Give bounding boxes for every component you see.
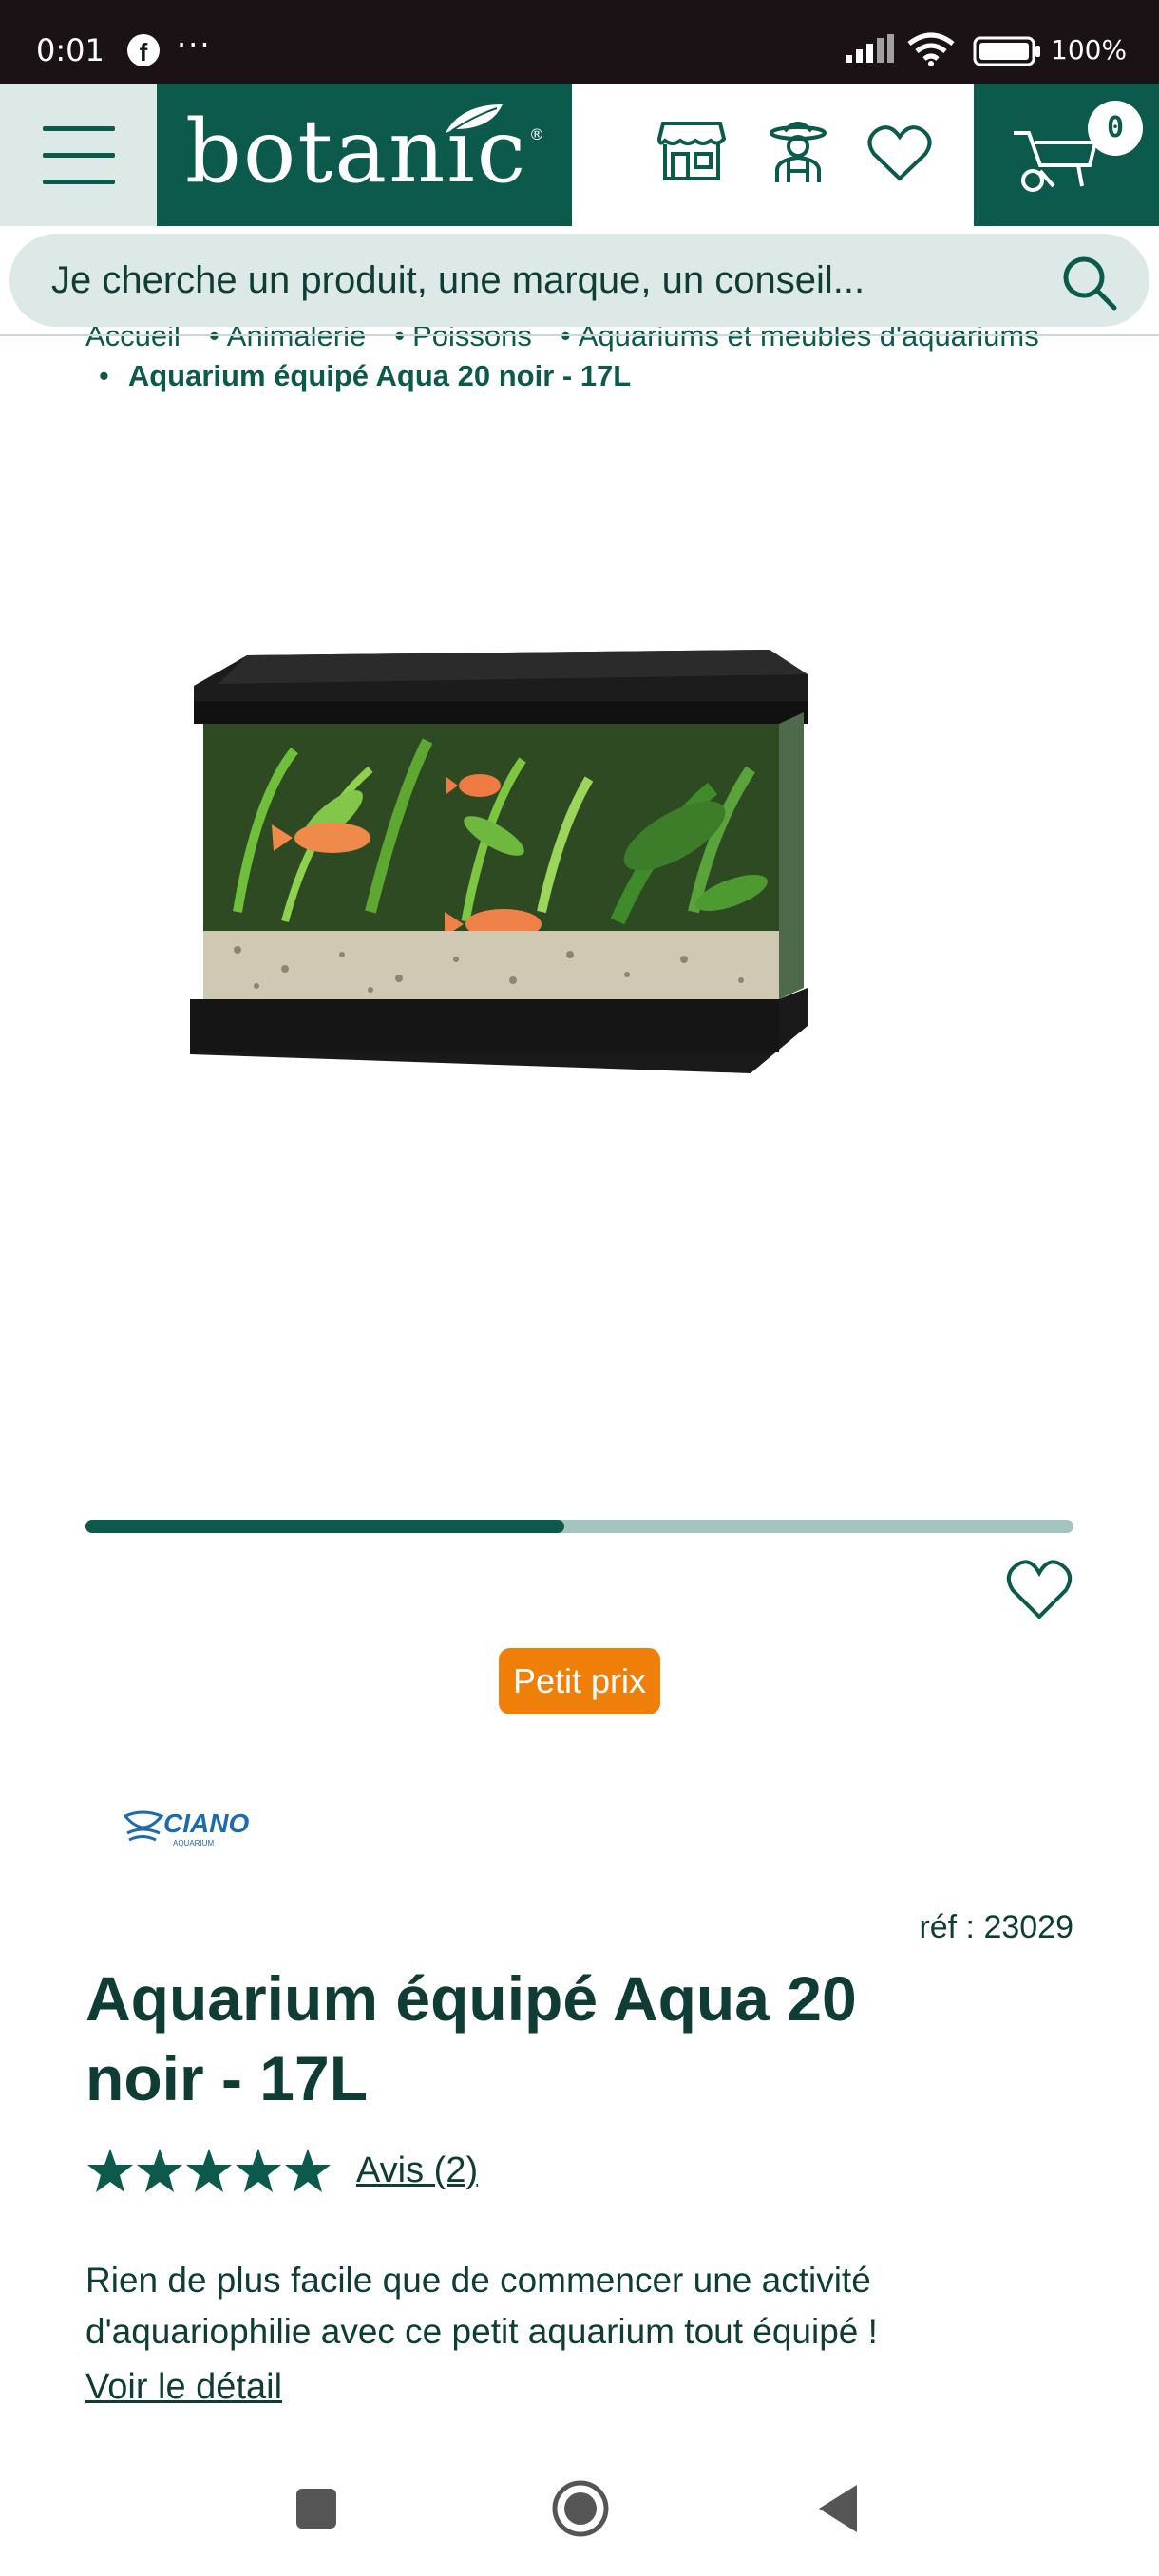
ciano-fish-icon — [124, 1810, 163, 1842]
back-icon[interactable] — [815, 2483, 861, 2534]
leaf-icon — [446, 104, 503, 133]
store-icon[interactable] — [657, 120, 726, 182]
reviews-link[interactable]: Avis (2) — [356, 2150, 478, 2191]
battery-icon — [973, 36, 1040, 66]
recent-apps-icon[interactable] — [294, 2487, 338, 2530]
brand-logo[interactable]: CIANO AQUARIUM — [124, 1805, 266, 1852]
signal-icon — [846, 34, 894, 63]
brand-name: CIANO — [163, 1809, 250, 1838]
status-time: 0:01 — [36, 32, 104, 68]
home-icon[interactable] — [551, 2479, 610, 2538]
add-to-wishlist-heart-icon[interactable] — [1005, 1558, 1074, 1620]
cart-count-badge: 0 — [1088, 101, 1143, 156]
menu-icon — [43, 126, 115, 131]
search-bar — [10, 234, 1150, 327]
breadcrumb-current: Aquarium équipé Aqua 20 noir - 17L — [127, 359, 632, 392]
battery-percent: 100% — [1051, 34, 1128, 66]
menu-icon-bar — [43, 153, 115, 158]
brand-subtitle: AQUARIUM — [173, 1839, 215, 1847]
breadcrumb-item[interactable]: Accueil — [86, 323, 180, 352]
rating-stars[interactable] — [86, 2147, 332, 2196]
menu-button[interactable] — [0, 84, 157, 226]
more-notifications-icon: ··· — [177, 27, 212, 63]
wheelbarrow-icon — [1014, 131, 1097, 192]
system-navigation-bar — [0, 2449, 1159, 2576]
search-input[interactable] — [51, 255, 1030, 306]
search-icon[interactable] — [1059, 253, 1118, 312]
gardener-icon[interactable] — [768, 120, 828, 184]
breadcrumb-item[interactable]: Poissons — [412, 323, 532, 352]
menu-icon-bar — [43, 180, 115, 184]
heart-icon[interactable] — [866, 123, 933, 182]
product-description: Rien de plus facile que de commencer une… — [86, 2261, 878, 2351]
site-header: botanic ® 0 — [0, 84, 1159, 226]
botanic-logo[interactable]: botanic ® — [157, 84, 572, 226]
product-image[interactable] — [180, 627, 978, 1244]
see-detail-link[interactable]: Voir le détail — [86, 2367, 282, 2408]
header-divider — [0, 334, 1159, 336]
facebook-icon: f — [127, 34, 160, 66]
petit-prix-badge: Petit prix — [499, 1648, 660, 1714]
wifi-icon — [907, 32, 955, 66]
carousel-progress-fill — [86, 1520, 565, 1533]
carousel-progress[interactable] — [86, 1520, 1074, 1533]
status-bar: 0:01 f ··· 100% — [0, 0, 1159, 84]
breadcrumb-item[interactable]: Aquariums et meubles d'aquariums — [579, 323, 1039, 352]
breadcrumb-item[interactable]: Animalerie — [227, 323, 366, 352]
breadcrumb-separator: • — [99, 359, 109, 392]
product-reference: réf : 23029 — [919, 1909, 1074, 1945]
logo-registered-mark: ® — [529, 125, 544, 143]
product-title: Aquarium équipé Aqua 20 noir - 17L — [86, 1963, 857, 2113]
